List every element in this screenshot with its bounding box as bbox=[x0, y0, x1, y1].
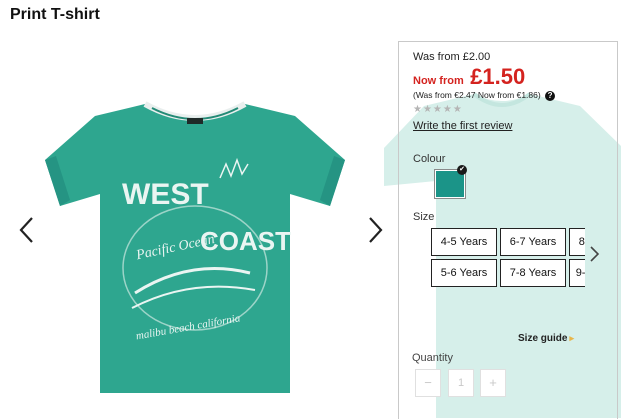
rating-stars: ★★★★★ bbox=[413, 104, 463, 115]
size-option[interactable]: 9-10 Years bbox=[569, 259, 585, 287]
quantity-label: Quantity bbox=[412, 352, 453, 364]
print-text-coast: COAST bbox=[200, 226, 291, 256]
chevron-right-icon bbox=[369, 217, 383, 243]
size-scroll-right-icon[interactable] bbox=[588, 244, 600, 264]
quantity-input[interactable] bbox=[448, 369, 474, 397]
product-image: WEST Pacific Ocean COAST malibu beach ca… bbox=[45, 101, 345, 393]
chevron-left-icon bbox=[19, 217, 33, 243]
check-icon: ✔ bbox=[457, 165, 467, 175]
size-guide-label: Size guide bbox=[518, 333, 568, 344]
size-label: Size bbox=[413, 211, 435, 223]
size-option[interactable]: 7-8 Years bbox=[500, 259, 566, 287]
size-option[interactable]: 4-5 Years bbox=[431, 228, 497, 256]
quantity-decrease-button[interactable]: − bbox=[415, 369, 441, 397]
page-title: Print T-shirt bbox=[10, 6, 100, 23]
size-options: 4-5 Years 6-7 Years 8-9 Years 5-6 Years … bbox=[431, 226, 585, 290]
quantity-increase-button[interactable]: + bbox=[480, 369, 506, 397]
previous-image-button[interactable] bbox=[16, 213, 38, 247]
size-option[interactable]: 8-9 Years bbox=[569, 228, 585, 256]
now-price: £1.50 bbox=[470, 64, 526, 89]
now-price-label: Now from bbox=[413, 75, 464, 87]
size-option[interactable]: 6-7 Years bbox=[500, 228, 566, 256]
print-text-west: WEST bbox=[122, 178, 209, 211]
arrow-right-icon: ▸ bbox=[569, 333, 574, 343]
now-price-row: Now from £1.50 bbox=[413, 64, 526, 89]
next-image-button[interactable] bbox=[364, 213, 386, 247]
size-option[interactable]: 5-6 Years bbox=[431, 259, 497, 287]
write-review-link[interactable]: Write the first review bbox=[413, 120, 512, 132]
euro-price-text: (Was from €2.47 Now from €1.86) bbox=[413, 90, 541, 100]
size-guide-link[interactable]: Size guide ▸ bbox=[518, 333, 574, 344]
was-price: Was from £2.00 bbox=[413, 51, 491, 63]
help-icon[interactable]: ? bbox=[545, 90, 556, 101]
colour-label: Colour bbox=[413, 153, 446, 165]
euro-price-note: (Was from €2.47 Now from €1.86) ? bbox=[413, 90, 556, 101]
